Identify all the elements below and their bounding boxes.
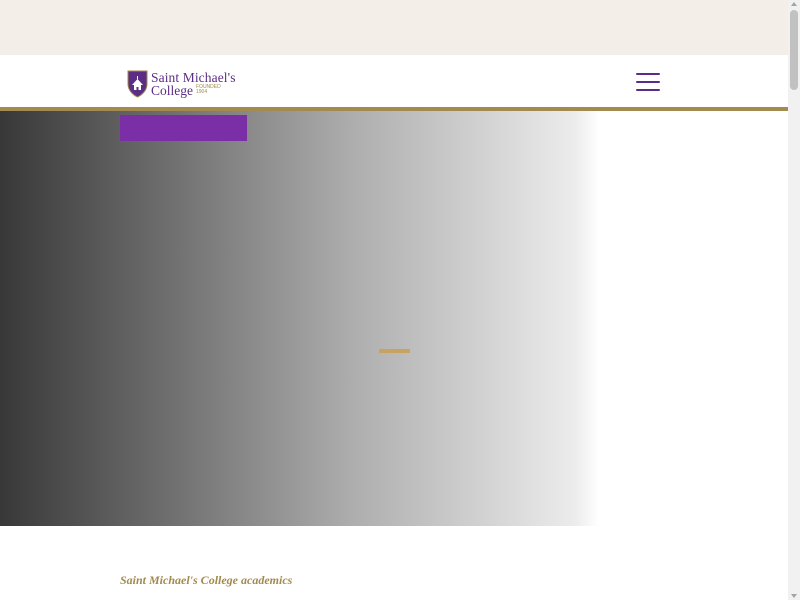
- page-scrollbar[interactable]: [788, 0, 800, 600]
- shield-icon: [127, 70, 148, 98]
- scroll-thumb[interactable]: [790, 10, 798, 90]
- main-content: [0, 526, 788, 600]
- hamburger-line: [636, 81, 660, 83]
- site-header: [0, 55, 788, 107]
- hero-button[interactable]: [120, 115, 247, 141]
- utility-bar: [0, 0, 788, 55]
- hamburger-line: [636, 89, 660, 91]
- college-logo[interactable]: Saint Michael's College FOUNDED 1904: [127, 68, 262, 100]
- scroll-down-icon[interactable]: [791, 594, 797, 598]
- page: Saint Michael's College FOUNDED 1904 Sai…: [0, 0, 800, 600]
- founded-year: 1904: [196, 89, 208, 95]
- scroll-up-icon[interactable]: [791, 2, 797, 6]
- logo-row2: College FOUNDED 1904: [151, 84, 236, 98]
- hero-banner: [0, 111, 788, 526]
- founded-mark: FOUNDED 1904: [196, 84, 221, 98]
- logo-line1: Saint Michael's: [151, 69, 236, 85]
- hero-accent-divider: [379, 349, 410, 353]
- logo-wordmark: Saint Michael's College FOUNDED 1904: [151, 69, 236, 98]
- logo-line2: College: [151, 83, 193, 98]
- hamburger-line: [636, 73, 660, 75]
- section-title: Saint Michael's College academics: [120, 573, 293, 587]
- hamburger-icon[interactable]: [636, 73, 660, 91]
